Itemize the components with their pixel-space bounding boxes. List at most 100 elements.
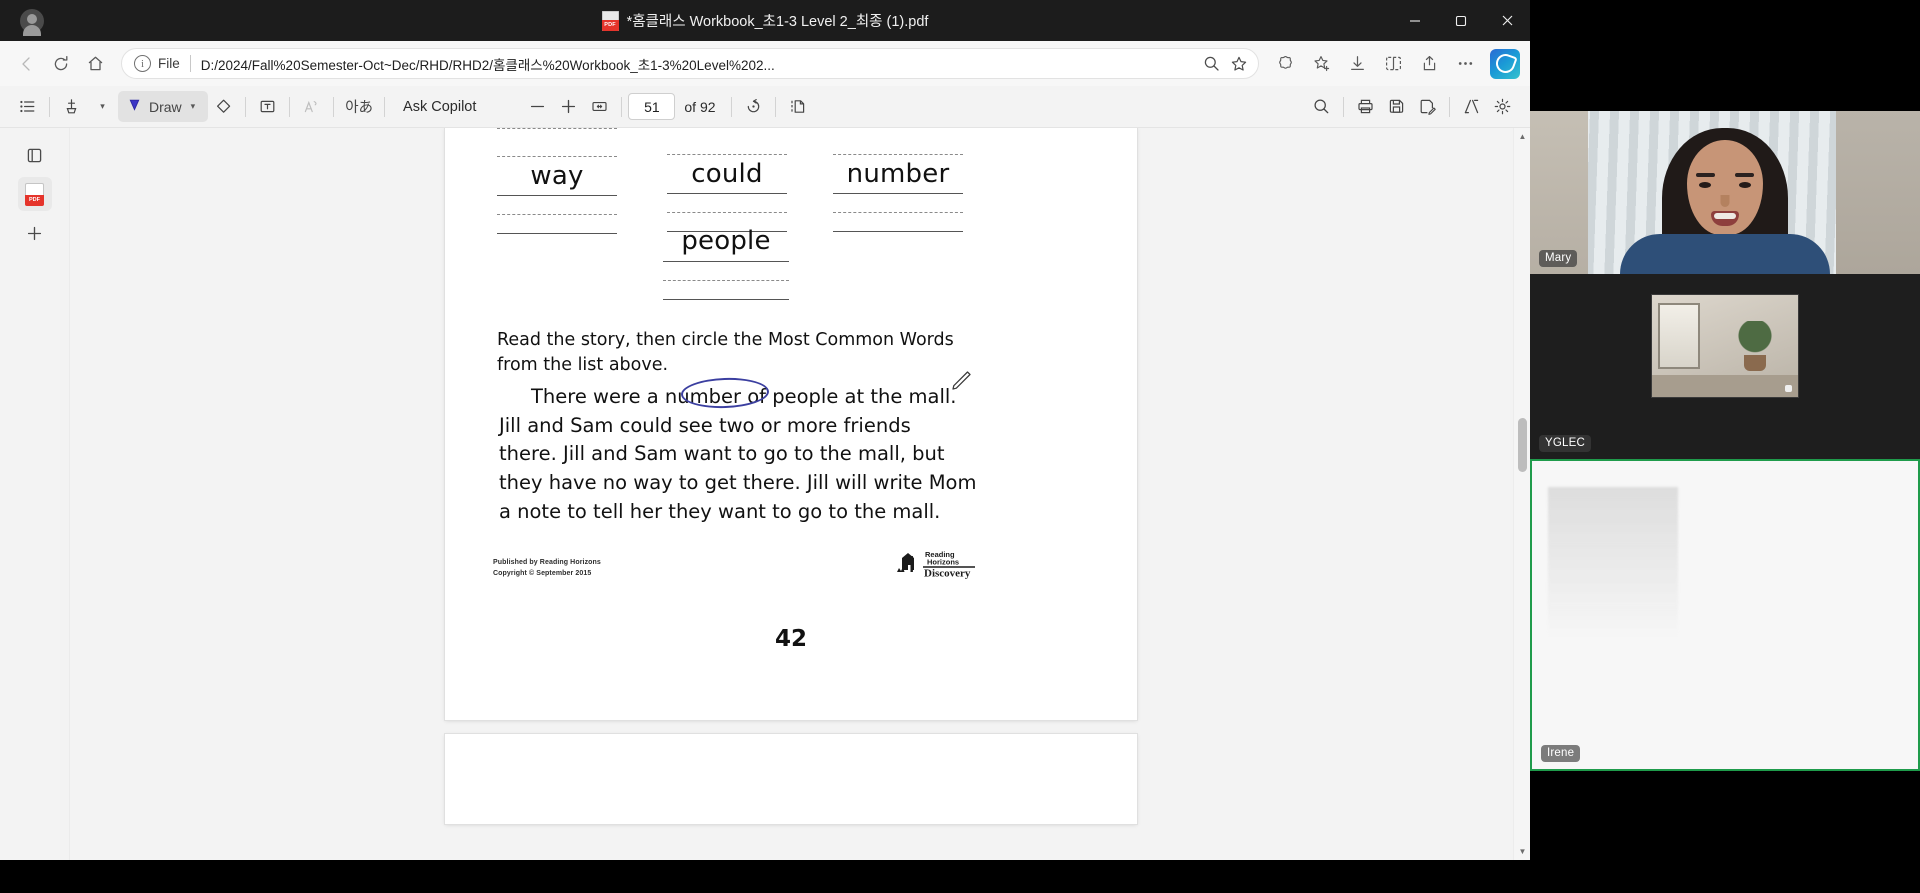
table-of-contents-icon[interactable] [12,91,43,122]
settings-gear-icon[interactable] [1487,91,1518,122]
settings-more-icon[interactable] [1448,47,1482,81]
pdf-file-icon [25,183,44,206]
divider [384,97,385,117]
zoom-in-button[interactable] [553,91,584,122]
word-practice-cell: could [667,154,787,232]
add-favorite-collections-icon[interactable] [1304,47,1338,81]
left-rail [0,128,70,860]
mouth [1711,211,1739,226]
url-text[interactable]: D:/2024/Fall%20Semester-Oct~Dec/RHD/RHD2… [201,54,1198,74]
draw-label: Draw [149,99,182,115]
guide-line-dashed [833,212,963,213]
pdf-page-next[interactable] [445,734,1137,824]
eye-left [1699,182,1711,188]
pdf-viewer-canvas[interactable]: way could number [70,128,1530,860]
svg-text:Horizons: Horizons [927,558,959,567]
thumbnail-badge [1785,385,1792,392]
translate-icon[interactable]: 아あ [340,91,378,122]
downloads-icon[interactable] [1340,47,1374,81]
highlighter-icon[interactable] [56,91,87,122]
file-scheme-label: File [158,56,180,71]
webcam-video-tile[interactable]: Mary [1530,111,1920,274]
info-circle-icon[interactable]: i [134,55,151,72]
eye-right [1739,182,1751,188]
guide-line-dashed [667,212,787,213]
pdf-file-icon [602,11,619,31]
scroll-up-arrow-icon[interactable]: ▲ [1514,128,1530,145]
back-arrow-icon[interactable] [10,47,44,81]
window-controls [1392,0,1530,41]
guide-line-dashed [833,154,963,155]
pdf-file-thumbnail-icon[interactable] [18,177,52,211]
nose [1721,195,1730,207]
browser-action-icons [1268,47,1520,81]
guide-line [833,231,963,232]
minimize-icon[interactable] [1392,0,1438,41]
divider [245,97,246,117]
shared-screen-thumbnail [1651,294,1799,398]
story-text: There were a number of people at the mal… [531,383,1091,526]
pdf-toolbar: ▾ Draw ▾ 아あ Ask [0,86,1530,128]
add-text-icon[interactable] [252,91,283,122]
word-practice-cell: way [497,156,617,234]
browser-essentials-icon[interactable] [1268,47,1302,81]
maximize-restore-icon[interactable] [1438,0,1484,41]
divider [49,97,50,117]
story-line: they have no way to get there. Jill will… [499,469,1091,498]
page-number-input[interactable]: 51 [628,93,675,120]
vertical-scrollbar[interactable]: ▲ ▼ [1513,128,1530,860]
highlighter-chevron-down-icon[interactable]: ▾ [87,91,118,122]
guide-line-dashed [497,156,617,157]
story-line: Jill and Sam could see two or more frien… [499,412,1091,441]
ask-copilot-button[interactable]: Ask Copilot [391,99,488,115]
address-bar[interactable]: i File D:/2024/Fall%20Semester-Oct~Dec/R… [121,48,1259,79]
print-icon[interactable] [1350,91,1381,122]
draw-chevron-down-icon[interactable]: ▾ [187,101,200,112]
eyebrow-left [1696,173,1715,177]
rotate-icon[interactable] [738,91,769,122]
whiteboard-faint-content [1548,487,1678,637]
word-text: people [663,228,789,255]
page-view-icon[interactable] [782,91,813,122]
share-icon[interactable] [1412,47,1446,81]
add-tab-plus-icon[interactable] [18,216,52,250]
word-practice-cell: number [833,154,963,232]
pdf-page-current[interactable]: way could number [445,128,1137,720]
scroll-down-arrow-icon[interactable]: ▼ [1514,843,1530,860]
immersive-reader-icon[interactable] [1456,91,1487,122]
guide-line-dashed [497,214,617,215]
split-screen-icon[interactable] [1376,47,1410,81]
page-content: way could number [445,128,1137,720]
star-favorite-icon[interactable] [1225,50,1252,77]
published-by: Published by Reading Horizons [493,558,601,569]
draw-button[interactable]: Draw ▾ [118,91,208,122]
participant-torso [1620,234,1830,274]
guide-line [667,193,787,194]
fit-to-page-icon[interactable] [584,91,615,122]
draw-signature-icon[interactable] [296,91,327,122]
eraser-icon[interactable] [208,91,239,122]
save-as-icon[interactable] [1412,91,1443,122]
save-icon[interactable] [1381,91,1412,122]
copilot-icon[interactable] [1490,49,1520,79]
guide-line [497,195,617,196]
word-practice-cell: way [497,128,617,129]
home-icon[interactable] [78,47,112,81]
guide-line-dashed [663,280,789,281]
printed-page-number: 42 [445,626,1137,652]
draw-pen-icon [125,96,144,118]
close-icon[interactable] [1484,0,1530,41]
refresh-icon[interactable] [44,47,78,81]
find-icon[interactable] [1306,91,1337,122]
zoom-out-button[interactable] [522,91,553,122]
search-in-page-icon[interactable] [1198,50,1225,77]
guide-line-dashed [667,154,787,155]
page-total-label: of 92 [684,99,715,115]
screen-share-tile[interactable]: YGLEC [1530,274,1920,459]
title-bar: *홈클래스 Workbook_초1-3 Level 2_최종 (1).pdf [0,0,1530,41]
toggle-sidebar-icon[interactable] [18,138,52,172]
story-line: a note to tell her they want to go to th… [499,498,1091,527]
whiteboard-share-tile[interactable]: Irene [1530,459,1920,771]
divider [731,97,732,117]
scrollbar-thumb[interactable] [1518,418,1527,472]
